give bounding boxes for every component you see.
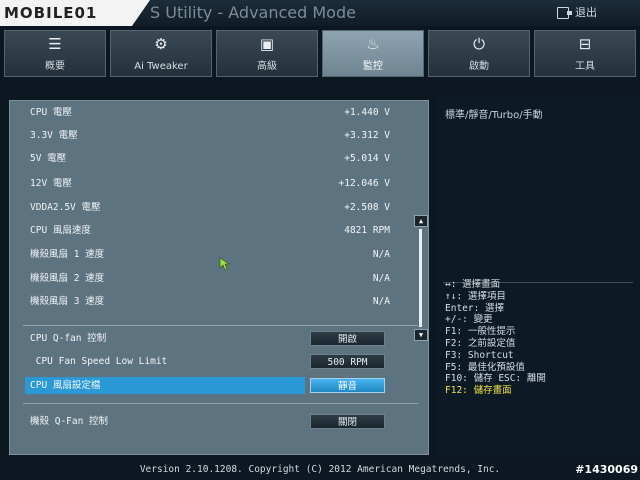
tab-label: 監控 (363, 61, 383, 72)
monitor-icon: ♨ (366, 35, 380, 53)
reading-row: CPU 電壓 +1.440 V (30, 103, 390, 123)
tab-overview[interactable]: ☰ 概要 (4, 30, 106, 77)
key-help-item: ↔: 選擇畫面 (445, 279, 501, 290)
key-help-item: F2: 之前設定值 (445, 337, 516, 349)
reading-label: 機殼風扇 1 速度 (30, 249, 105, 260)
option-label: CPU Fan Speed Low Limit (30, 356, 168, 367)
scrollbar[interactable] (419, 229, 422, 327)
list-icon: ☰ (48, 35, 62, 53)
option-value-button[interactable]: 靜音 (310, 378, 385, 393)
option-value-button[interactable]: 關閉 (310, 414, 385, 429)
reading-row: 3.3V 電壓 +3.312 V (30, 126, 390, 146)
help-panel: 標準/靜音/Turbo/手動 ↔: 選擇畫面 ↑↓: 選擇項目 Enter: 選… (435, 96, 640, 455)
reading-row: 5V 電壓 +5.014 V (30, 149, 390, 169)
tab-advanced[interactable]: ▣ 高級 (216, 30, 318, 77)
reading-label: VDDA2.5V 電壓 (30, 202, 101, 213)
tab-monitor[interactable]: ♨ 監控 (322, 30, 424, 77)
tab-tool[interactable]: ⊟ 工具 (534, 30, 636, 77)
option-fan-low-limit[interactable]: CPU Fan Speed Low Limit 500 RPM (30, 353, 400, 370)
key-help-item: F1: 一般性提示 (445, 326, 516, 338)
key-help-item: F12: 儲存畫面 (445, 385, 512, 397)
reading-value: +2.508 V (344, 202, 390, 213)
reading-row: 機殼風扇 3 速度 N/A (30, 292, 390, 312)
power-icon: ⏻ (473, 35, 485, 53)
key-help-item: F10: 儲存 ESC: 離開 (445, 373, 546, 385)
reading-label: CPU 電壓 (30, 107, 72, 118)
key-help-item: Enter: 選擇 (445, 302, 505, 314)
reading-row: VDDA2.5V 電壓 +2.508 V (30, 198, 390, 218)
key-help-item: F3: Shortcut (445, 349, 514, 361)
tweaker-icon: ⚙ (154, 35, 168, 53)
option-cpu-qfan[interactable]: CPU Q-fan 控制 開啟 (30, 330, 400, 347)
tab-label: Ai Tweaker (134, 61, 188, 72)
tab-label: 工具 (575, 61, 595, 72)
option-value-button[interactable]: 500 RPM (310, 354, 385, 369)
reading-value: N/A (372, 273, 390, 284)
key-help-item: ↑↓: 選擇項目 (445, 290, 506, 302)
reading-label: CPU 風扇速度 (30, 225, 91, 236)
mouse-cursor-icon (219, 257, 229, 271)
title-bar: MOBILE01 S Utility - Advanced Mode 退出 (0, 0, 640, 26)
reading-row: 機殼風扇 1 速度 N/A (30, 245, 390, 265)
key-help-item: F5: 最佳化預設值 (445, 361, 525, 373)
tab-label: 概要 (45, 61, 65, 72)
reading-label: 5V 電壓 (30, 153, 67, 164)
reading-label: 機殼風扇 3 速度 (30, 296, 105, 307)
reading-row: CPU 風扇速度 4821 RPM (30, 221, 390, 241)
reading-value: N/A (372, 249, 390, 260)
option-value-button[interactable]: 開啟 (310, 331, 385, 346)
exit-label: 退出 (575, 6, 597, 19)
app-title: S Utility - Advanced Mode (150, 3, 356, 22)
reading-value: N/A (372, 296, 390, 307)
reading-row: 12V 電壓 +12.046 V (30, 174, 390, 194)
key-help-list: ↔: 選擇畫面 ↑↓: 選擇項目 Enter: 選擇 +/-: 變更 F1: 一… (445, 279, 546, 397)
exit-icon (557, 7, 572, 19)
reading-value: +12.046 V (338, 178, 390, 189)
option-label: 機殼 Q-Fan 控制 (30, 416, 109, 427)
key-help-item: +/-: 變更 (445, 314, 493, 326)
scroll-up-button[interactable]: ▲ (414, 215, 428, 227)
tab-bar: ☰ 概要 ⚙ Ai Tweaker ▣ 高級 ♨ 監控 ⏻ 啟動 ⊟ 工具 (4, 30, 636, 77)
scroll-down-button[interactable]: ▼ (414, 329, 428, 341)
reading-label: 3.3V 電壓 (30, 130, 78, 141)
reading-label: 機殼風扇 2 速度 (30, 273, 105, 284)
settings-panel[interactable]: CPU 電壓 +1.440 V 3.3V 電壓 +3.312 V 5V 電壓 +… (9, 100, 429, 455)
reading-value: +5.014 V (344, 153, 390, 164)
reading-label: 12V 電壓 (30, 178, 72, 189)
reading-value: +3.312 V (344, 130, 390, 141)
watermark: #1430069 (575, 463, 638, 476)
option-label: CPU Q-fan 控制 (30, 333, 107, 344)
option-chassis-qfan[interactable]: 機殼 Q-Fan 控制 關閉 (30, 413, 400, 430)
reading-row: 機殼風扇 2 速度 N/A (30, 269, 390, 289)
reading-value: 4821 RPM (344, 225, 390, 236)
tab-label: 啟動 (469, 61, 489, 72)
option-cpu-fan-profile[interactable]: CPU 風扇設定檔 靜音 (25, 377, 400, 394)
tab-boot[interactable]: ⏻ 啟動 (428, 30, 530, 77)
divider (23, 325, 418, 326)
advanced-icon: ▣ (259, 35, 275, 53)
help-description: 標準/靜音/Turbo/手動 (445, 110, 543, 121)
logo: MOBILE01 (0, 0, 150, 26)
tool-icon: ⊟ (578, 35, 592, 53)
divider (23, 403, 418, 404)
footer-version: Version 2.10.1208. Copyright (C) 2012 Am… (0, 460, 640, 480)
option-label: CPU 風扇設定檔 (30, 380, 101, 391)
tab-ai-tweaker[interactable]: ⚙ Ai Tweaker (110, 30, 212, 77)
tab-label: 高級 (257, 61, 277, 72)
reading-value: +1.440 V (344, 107, 390, 118)
exit-button[interactable]: 退出 (557, 4, 617, 22)
